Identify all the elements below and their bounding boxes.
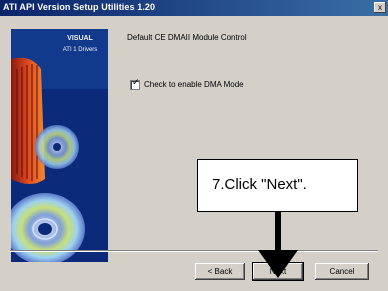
page-heading: Default CE DMAII Module Control [127, 33, 247, 42]
title-bar[interactable]: ATI API Version Setup Utilities 1.20 x [0, 0, 388, 16]
banner-subtitle: ATI 1 Drivers [62, 47, 98, 53]
dma-mode-label[interactable]: Check to enable DMA Mode [144, 80, 244, 89]
banner-title: VISUAL [67, 35, 93, 42]
dma-mode-checkbox[interactable]: ✓ [130, 78, 140, 90]
close-icon[interactable]: x [374, 2, 386, 13]
checkmark-icon: ✓ [132, 78, 140, 88]
cancel-button[interactable]: Cancel [315, 263, 369, 280]
callout-text: 7.Click "Next". [212, 176, 307, 193]
instruction-callout: 7.Click "Next". [197, 159, 358, 212]
window-title: ATI API Version Setup Utilities 1.20 [3, 2, 156, 12]
cd-disc-icon [11, 29, 108, 262]
setup-window: ATI API Version Setup Utilities 1.20 x V… [0, 0, 388, 291]
back-button[interactable]: < Back [195, 263, 245, 280]
setup-banner-image: VISUAL ATI 1 Drivers [11, 29, 108, 262]
down-arrow-icon [258, 212, 298, 278]
footer-separator [10, 250, 378, 252]
